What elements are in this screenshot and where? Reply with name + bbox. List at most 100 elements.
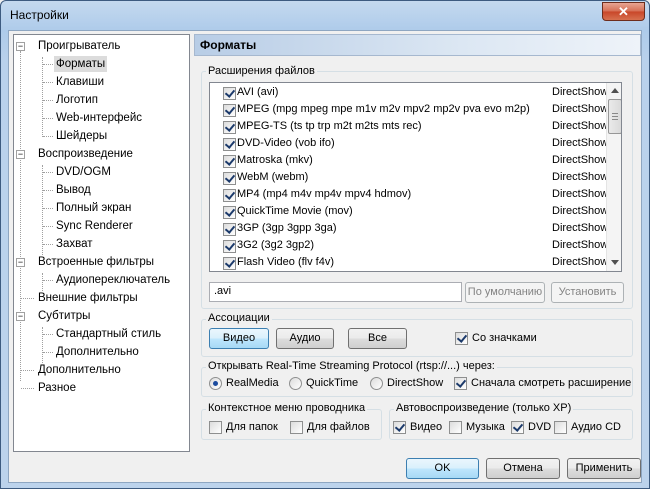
format-name: MPEG-TS (ts tp trp m2t m2ts mts rec) [237, 120, 422, 132]
tree-line [42, 273, 43, 291]
close-button[interactable]: ✕ [602, 2, 645, 21]
autoplay-video-label: Видео [410, 421, 443, 433]
format-handler: DirectShow [552, 171, 609, 183]
ok-button[interactable]: OK [406, 458, 479, 479]
tree-item-subtitles[interactable]: Субтитры [36, 308, 92, 324]
checkbox-icon[interactable] [223, 240, 236, 253]
radio-icon [209, 377, 222, 390]
tree-item-misc[interactable]: Разное [36, 380, 78, 396]
format-name: 3GP (3gp 3gpp 3ga) [237, 222, 337, 234]
checkbox-icon [455, 332, 468, 345]
list-item[interactable]: WebM (webm) DirectShow [210, 169, 609, 186]
format-name: QuickTime Movie (mov) [237, 205, 353, 217]
video-button[interactable]: Видео [209, 328, 269, 349]
tree-item-output[interactable]: Вывод [54, 182, 93, 198]
tree-line [43, 136, 53, 137]
checkbox-icon[interactable] [223, 206, 236, 219]
rtsp-quicktime-label: QuickTime [306, 377, 359, 389]
checkbox-icon[interactable] [223, 189, 236, 202]
list-item[interactable]: 3G2 (3g2 3gp2) DirectShow [210, 237, 608, 254]
checkbox-icon[interactable] [223, 138, 236, 151]
format-handler: DirectShow [552, 103, 609, 115]
list-item[interactable]: DVD-Video (vob ifo) DirectShow [210, 135, 608, 152]
list-item[interactable]: Matroska (mkv) DirectShow [210, 152, 609, 169]
window-title: Настройки [10, 8, 69, 22]
tree-line [21, 388, 34, 389]
format-handler: DirectShow [552, 188, 609, 200]
checkbox-icon[interactable] [223, 87, 236, 100]
tree-line [43, 172, 53, 173]
list-item[interactable]: 3GP (3gp 3gpp 3ga) DirectShow [210, 220, 608, 237]
check-extension-first-label: Сначала смотреть расширение [471, 377, 632, 389]
tree-item-shaders[interactable]: Шейдеры [54, 128, 109, 144]
list-item[interactable]: AVI (avi) DirectShow [210, 84, 609, 101]
close-icon: ✕ [618, 4, 629, 19]
format-handler: DirectShow [552, 256, 609, 268]
collapse-icon[interactable]: − [16, 150, 25, 159]
checkbox-icon[interactable] [223, 155, 236, 168]
checkbox-icon [511, 421, 524, 434]
audio-button[interactable]: Аудио [276, 328, 334, 349]
tree-item-web-interface[interactable]: Web-интерфейс [54, 110, 144, 126]
title-bar[interactable]: Настройки ✕ [1, 1, 649, 29]
list-item[interactable]: MP4 (mp4 m4v mp4v mpv4 hdmov) DirectShow [210, 186, 609, 203]
collapse-icon[interactable]: − [16, 42, 25, 51]
checkbox-icon [449, 421, 462, 434]
list-item[interactable]: QuickTime Movie (mov) DirectShow [210, 203, 608, 220]
apply-button[interactable]: Применить [567, 458, 641, 479]
rtsp-group-label: Открывать Real-Time Streaming Protocol (… [206, 360, 497, 372]
tree-line [42, 57, 43, 137]
set-button[interactable]: Установить [551, 282, 624, 303]
checkbox-icon[interactable] [223, 104, 236, 117]
collapse-icon[interactable]: − [16, 258, 25, 267]
tree-item-internal-filters[interactable]: Встроенные фильтры [36, 254, 156, 270]
context-folders-label: Для папок [226, 421, 278, 433]
format-handler: DirectShow [552, 120, 609, 132]
tree-item-dvd-ogm[interactable]: DVD/OGM [54, 164, 113, 180]
tree-line [43, 226, 53, 227]
default-button[interactable]: По умолчанию [465, 282, 545, 303]
tree-item-external-filters[interactable]: Внешние фильтры [36, 290, 140, 306]
tree-item-playback[interactable]: Воспроизведение [36, 146, 135, 162]
tree-item-default-style[interactable]: Стандартный стиль [54, 326, 163, 342]
tree-item-subtitles-advanced[interactable]: Дополнительно [54, 344, 141, 360]
tree-item-audio-switcher[interactable]: Аудиопереключатель [54, 272, 172, 288]
checkbox-icon[interactable] [223, 223, 236, 236]
vertical-scrollbar[interactable] [606, 83, 621, 271]
extensions-list[interactable]: AVI (avi) DirectShow MPEG (mpg mpeg mpe m1… [209, 82, 622, 272]
checkbox-icon[interactable] [223, 257, 236, 270]
radio-icon [289, 377, 302, 390]
tree-item-fullscreen[interactable]: Полный экран [54, 200, 133, 216]
all-button[interactable]: Все [348, 328, 407, 349]
tree-line [43, 244, 53, 245]
extension-input[interactable]: .avi [209, 282, 462, 302]
scroll-thumb[interactable] [608, 99, 621, 134]
tree-line [42, 327, 43, 363]
tree-item-sync-renderer[interactable]: Sync Renderer [54, 218, 135, 234]
radio-icon [370, 377, 383, 390]
tree-item-keys[interactable]: Клавиши [54, 74, 106, 90]
tree-item-advanced[interactable]: Дополнительно [36, 362, 123, 378]
scroll-up-button[interactable] [607, 83, 621, 99]
checkbox-icon [554, 421, 567, 434]
scroll-down-button[interactable] [607, 255, 621, 271]
tree-item-player[interactable]: Проигрыватель [36, 38, 122, 54]
tree-item-capture[interactable]: Захват [54, 236, 94, 252]
autoplay-dvd-label: DVD [528, 421, 552, 433]
tree-line [42, 165, 43, 255]
format-handler: DirectShow [552, 154, 609, 166]
format-name: DVD-Video (vob ifo) [237, 137, 335, 149]
autoplay-group-label: Автовоспроизведение (только XP) [394, 402, 574, 414]
with-icons-label: Со значками [472, 332, 537, 344]
checkbox-icon[interactable] [223, 121, 236, 134]
format-handler: DirectShow [552, 86, 609, 98]
checkbox-icon[interactable] [223, 172, 236, 185]
tree-item-formats[interactable]: Форматы [54, 56, 108, 72]
collapse-icon[interactable]: − [16, 312, 25, 321]
cancel-button[interactable]: Отмена [486, 458, 560, 479]
list-item[interactable]: Flash Video (flv f4v) DirectShow [210, 254, 609, 271]
list-item[interactable]: MPEG (mpg mpeg mpe m1v m2v mpv2 mp2v pva… [210, 101, 609, 118]
list-item[interactable]: MPEG-TS (ts tp trp m2t m2ts mts rec) Dire… [210, 118, 609, 135]
checkbox-icon [454, 377, 467, 390]
tree-item-logo[interactable]: Логотип [54, 92, 100, 108]
